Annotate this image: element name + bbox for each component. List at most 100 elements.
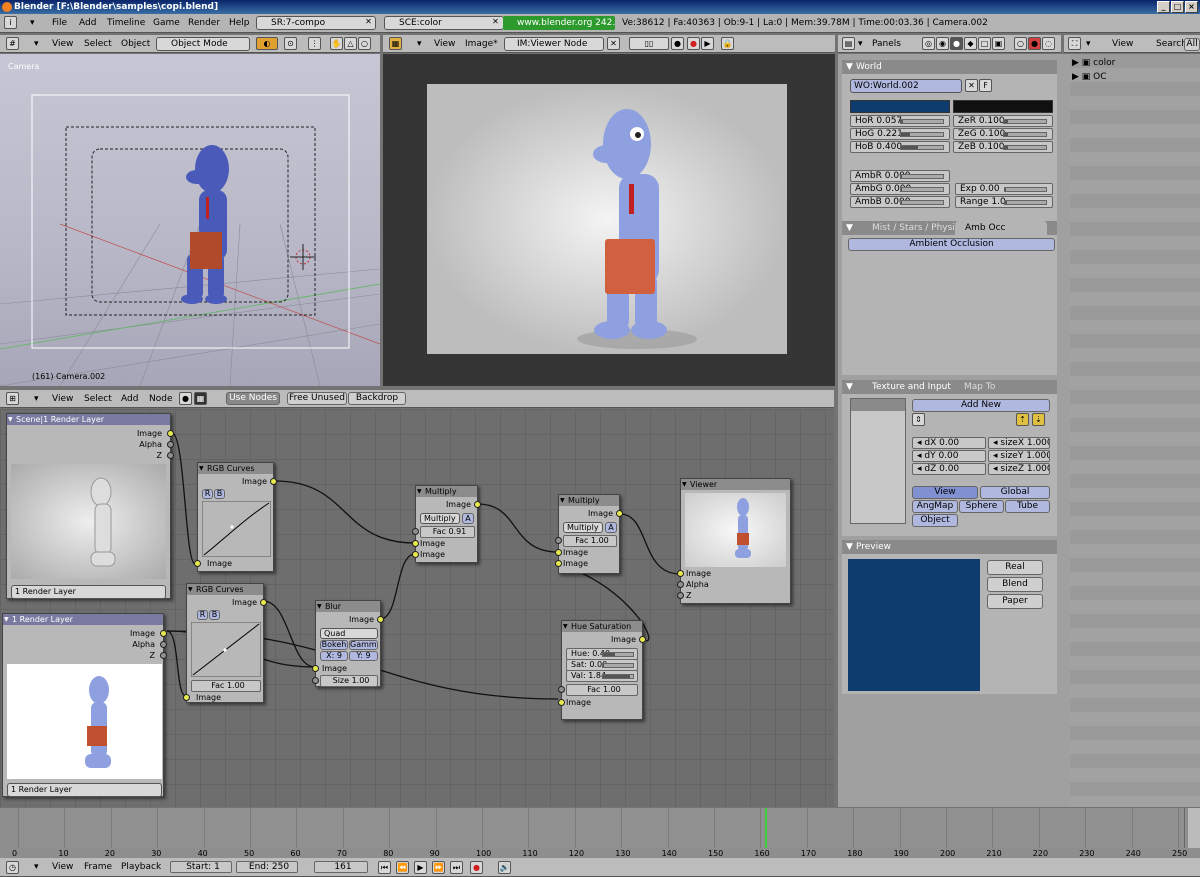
size-field[interactable]: ◂ sizeX 1.000 [988,437,1050,449]
step-forward-icon[interactable]: ⏩ [432,861,445,874]
info-window-icon[interactable]: i [4,16,17,29]
world-icon[interactable]: ◌ [1042,37,1055,50]
ambient-slider[interactable]: AmbB 0.000 [850,196,950,208]
amb-occ-tab[interactable]: Amb Occ [955,221,1047,235]
input-socket[interactable] [558,686,565,693]
node-menu-select[interactable]: Select [84,393,112,405]
node-multiply-2[interactable]: Multiply Image Multiply A Fac 1.00 Image… [555,494,623,574]
blur-x-field[interactable]: X: 9 [320,651,348,661]
image-menu-view[interactable]: View [434,38,455,50]
input-socket[interactable] [555,560,562,567]
node-blur[interactable]: Blur Image Quad Bokeh Gamma X: 9 Y: 9 Im… [312,600,384,687]
play-icon[interactable]: ▶ [414,861,427,874]
zenith-slider[interactable]: ZeB 0.100 [953,141,1053,153]
ambient-slider[interactable]: AmbR 0.000 [850,170,950,182]
image-lock-icon[interactable]: 🔒 [721,37,734,50]
size-field[interactable]: Size 1.00 [320,675,378,687]
horizon-color-swatch[interactable] [850,100,950,113]
input-socket[interactable] [412,528,419,535]
world-unlink-icon[interactable]: ✕ [965,79,978,92]
image-selector[interactable]: IM:Viewer Node [504,37,604,51]
ambient-occlusion-toggle[interactable]: Ambient Occlusion [848,238,1055,251]
scene-selector[interactable]: SCE:color [384,16,504,30]
offset-field[interactable]: ◂ dZ 0.00 [912,463,986,475]
image-pack-icon[interactable]: ▯▯ [629,37,669,50]
menu-arrow-icon[interactable]: ▾ [34,393,39,405]
menu-add[interactable]: Add [79,17,96,29]
world-name-field[interactable]: WO:World.002 [850,79,962,93]
preview-real-button[interactable]: Real [987,560,1043,575]
timeline-menu-frame[interactable]: Frame [84,861,112,873]
maximize-button[interactable]: □ [1171,1,1184,13]
output-socket[interactable] [167,430,174,437]
alpha-toggle[interactable]: A [605,522,617,533]
texco-object-button[interactable]: Object [912,514,958,527]
input-socket[interactable] [194,560,201,567]
exposure-slider[interactable]: Exp 0.00 [955,183,1053,195]
output-socket[interactable] [270,478,277,485]
curve-graph[interactable] [191,622,261,677]
menu-game[interactable]: Game [153,17,180,29]
image-delete-icon[interactable]: ✕ [607,37,620,50]
output-socket[interactable] [260,599,267,606]
range-slider[interactable]: Range 1.0 [955,196,1053,208]
node-render-layer-1[interactable]: Scene|1 Render Layer Image Alpha Z 1 Ren… [6,413,174,599]
object-context-icon[interactable]: ◆ [964,37,977,50]
viewport-3d[interactable]: Camera (161) Camera.002 [0,54,380,386]
timeline[interactable]: 0 10 20 30 40 50 60 70 80 90 100 110 120 130 140 150 160… [0,808,1200,858]
output-socket[interactable] [160,630,167,637]
node-menu-view[interactable]: View [52,393,73,405]
material-nodes-icon[interactable]: ● [179,392,192,405]
outliner-item[interactable]: ▶ ▣ color [1072,56,1115,70]
output-socket[interactable] [616,510,623,517]
menu-file[interactable]: File [52,17,67,29]
buttons-editor-icon[interactable]: ▤ [842,37,855,50]
image-menu-image[interactable]: Image* [465,38,498,50]
jump-end-icon[interactable]: ⏭ [450,861,463,874]
shading-context-icon[interactable]: ● [950,37,963,50]
zenith-slider[interactable]: ZeG 0.100 [953,128,1053,140]
texture-channel-list[interactable] [850,398,906,524]
menu-help[interactable]: Help [229,17,250,29]
node-hue-saturation[interactable]: Hue Saturation Image Hue: 0.40 Sat: 0.00… [558,620,646,720]
curve-channel-r[interactable]: R [202,489,213,499]
input-socket[interactable] [555,549,562,556]
input-socket[interactable] [412,540,419,547]
output-socket[interactable] [160,641,167,648]
triangle-icon[interactable]: △ [344,37,357,50]
input-socket[interactable] [677,570,684,577]
menu-arrow-icon[interactable]: ▾ [1086,38,1091,50]
output-socket[interactable] [167,452,174,459]
outliner-menu-view[interactable]: View [1112,38,1133,50]
map-to-tab[interactable]: Map To [958,380,1038,394]
texco-global-button[interactable]: Global [980,486,1050,499]
world-fake-user-button[interactable]: F [979,79,992,92]
horizon-slider[interactable]: HoG 0.221 [850,128,950,140]
node-rgb-curves-2[interactable]: RGB Curves Image R B Fac 1.00 Image [183,583,267,703]
pivot-icon[interactable]: ⊙ [284,37,297,50]
output-socket[interactable] [474,501,481,508]
outliner-all-button[interactable]: All [1184,38,1200,51]
output-socket[interactable] [167,441,174,448]
current-frame-field[interactable]: 161 [314,861,368,873]
outliner-item[interactable]: ▶ ▣ OC [1072,70,1107,84]
minimize-button[interactable]: _ [1157,1,1170,13]
blend-mode-selector[interactable]: Multiply [420,513,460,524]
curve-channel-b[interactable]: B [214,489,225,499]
texco-view-button[interactable]: View [912,486,978,499]
input-socket[interactable] [312,665,319,672]
input-socket[interactable] [677,581,684,588]
viewport-menu-view[interactable]: View [52,38,73,50]
timeline-menu-playback[interactable]: Playback [121,861,161,873]
node-menu-node[interactable]: Node [149,393,173,405]
start-frame-field[interactable]: Start: 1 [170,861,232,873]
image-play-icon[interactable]: ● [687,37,700,50]
shading-icon[interactable]: ◐ [256,37,278,50]
viewport-menu-select[interactable]: Select [84,38,112,50]
step-back-icon[interactable]: ⏪ [396,861,409,874]
view3d-editor-icon[interactable]: # [6,37,19,50]
alpha-toggle[interactable]: A [462,513,474,524]
texco-tube-button[interactable]: Tube [1005,500,1050,513]
timeline-menu-view[interactable]: View [52,861,73,873]
screen-selector[interactable]: SR:7-compo [256,16,376,30]
